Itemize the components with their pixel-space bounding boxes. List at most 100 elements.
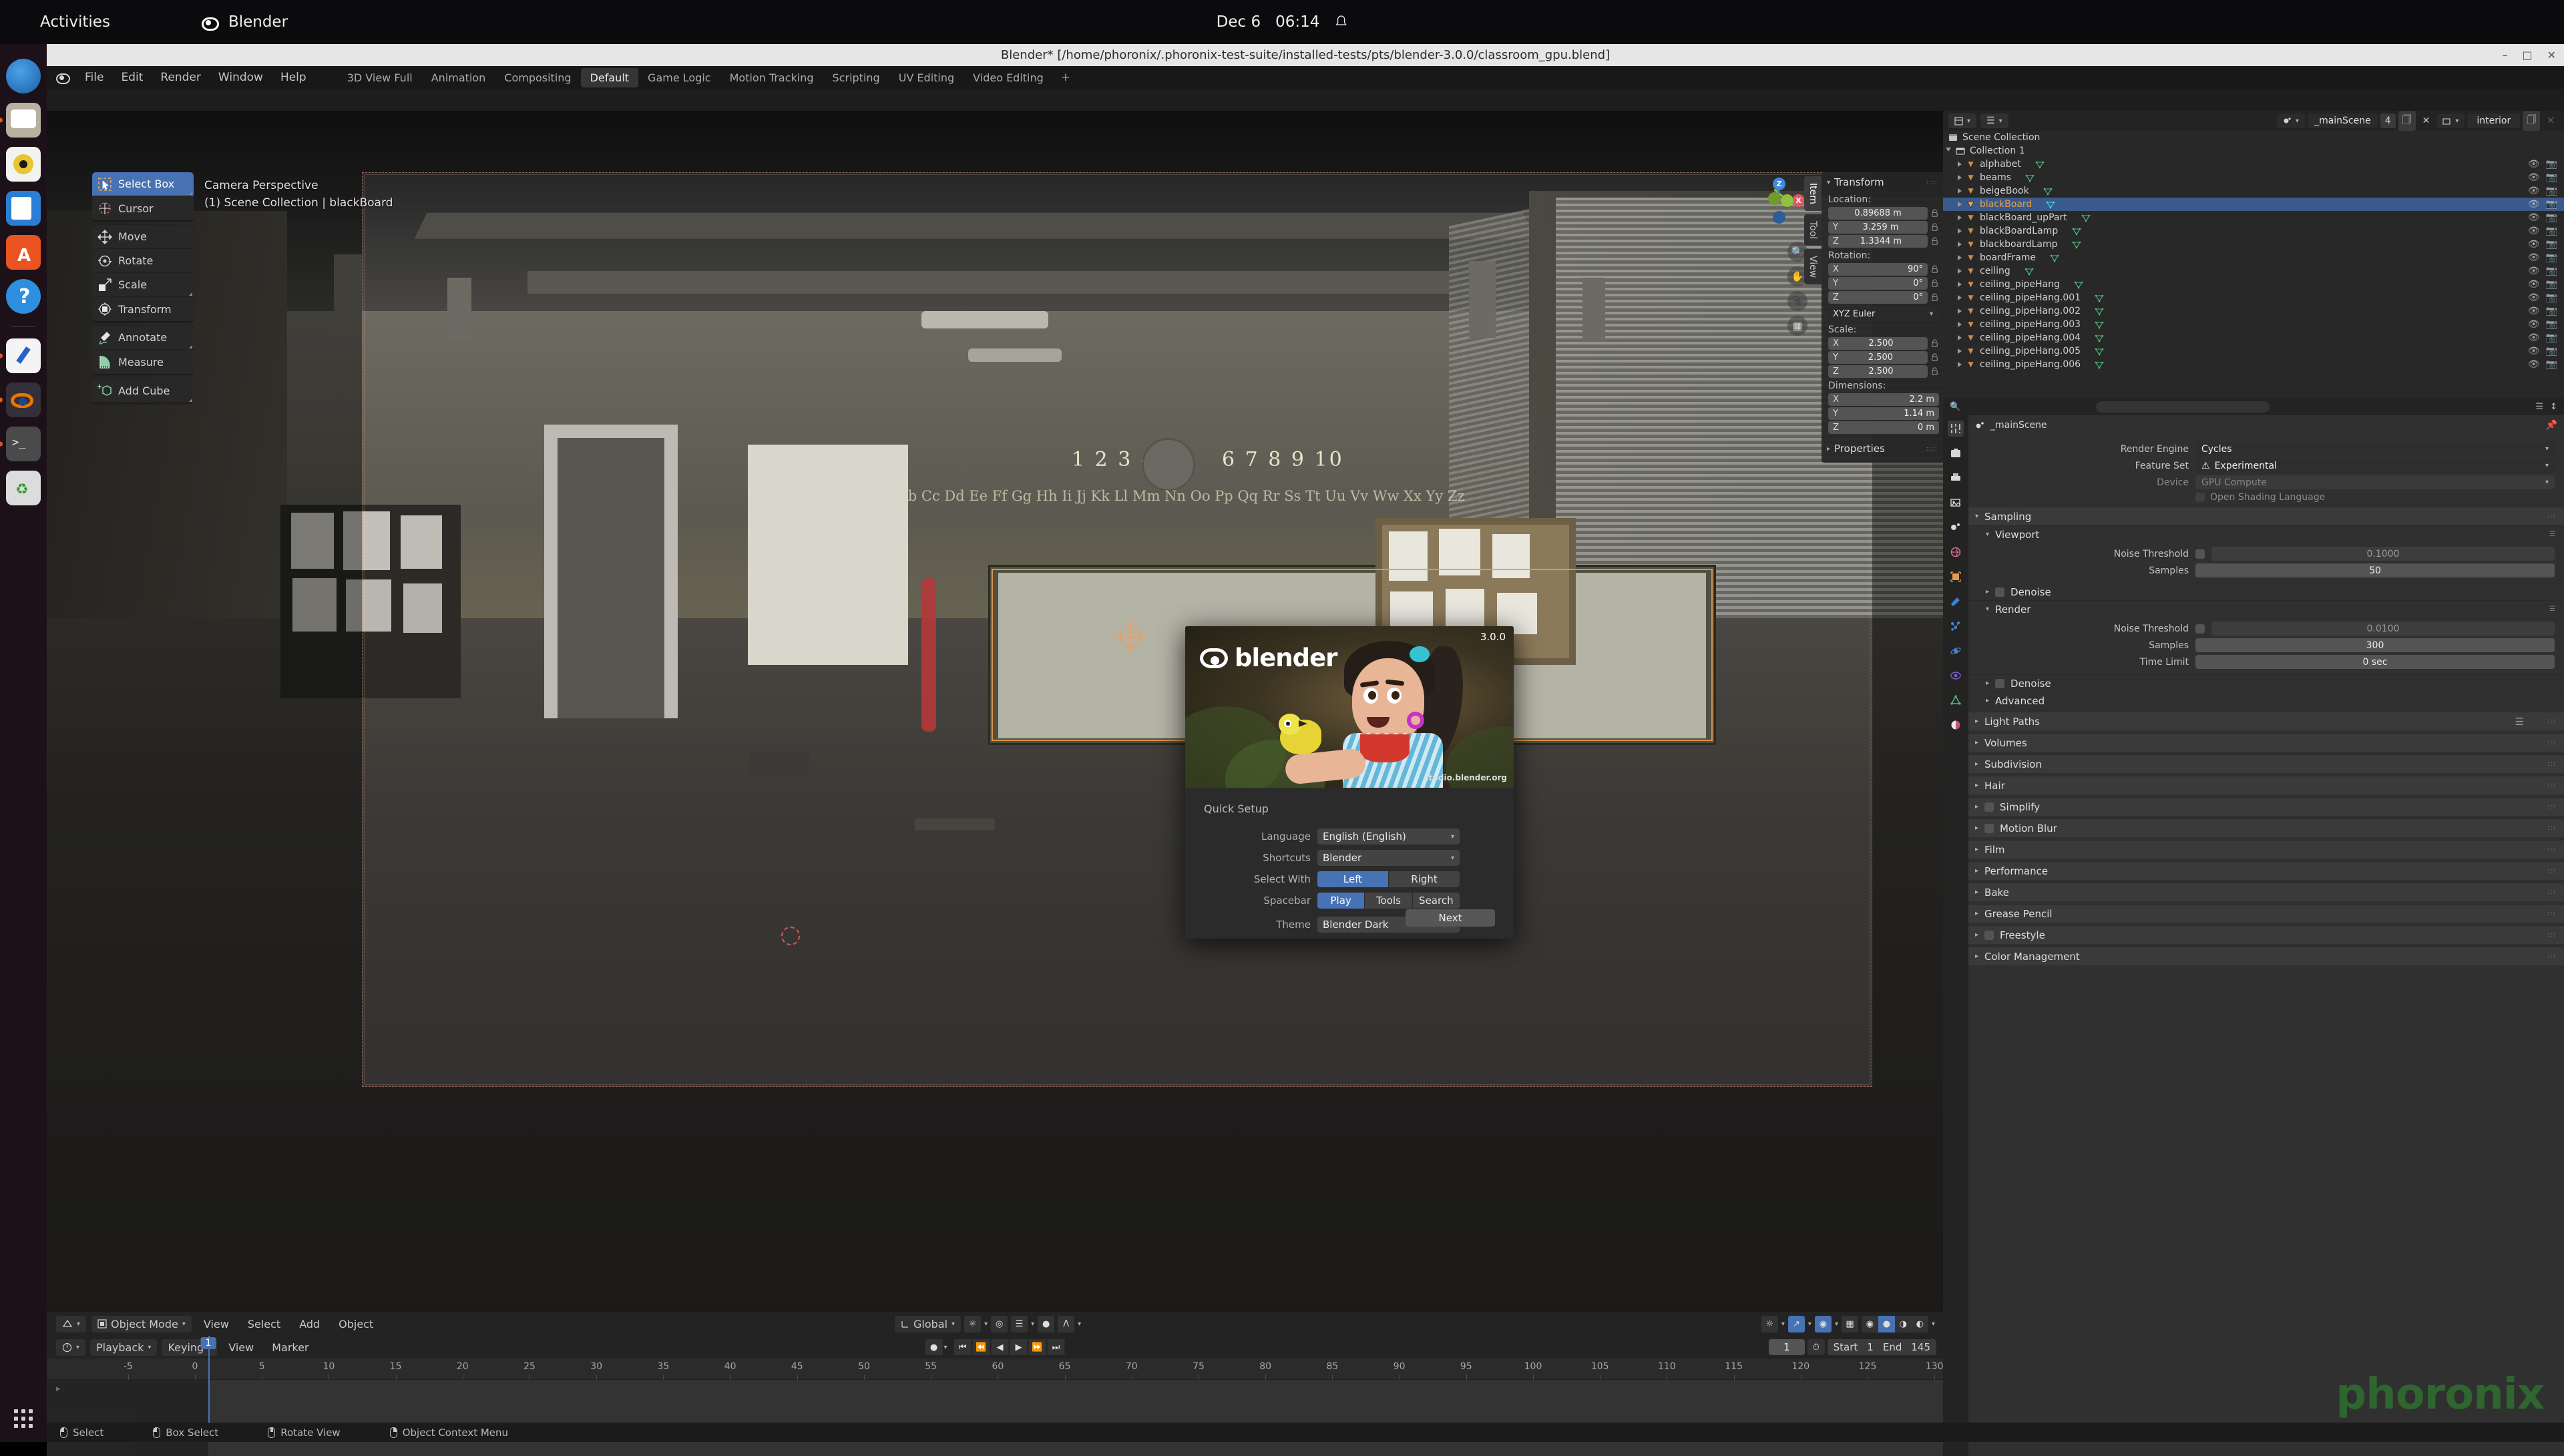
dock-item-help[interactable]: ? xyxy=(6,279,41,314)
disable-in-renders-icon[interactable]: 📷 xyxy=(2546,332,2557,343)
filter-icon[interactable]: ☰ xyxy=(2535,402,2543,412)
outliner-item-blackboard_uppart[interactable]: blackBoard_upPart 👁 📷 xyxy=(1943,211,2564,224)
chevron-right-icon[interactable] xyxy=(1958,335,1962,340)
properties-section-light-paths[interactable]: ▸ Light Paths ☰::: xyxy=(1968,712,2564,730)
timeline-header[interactable]: ▾ Playback▾ Keying▾ View Marker ●▾ ⏮ ⏪ ◀… xyxy=(47,1336,1943,1359)
window-close-button[interactable]: ✕ xyxy=(2547,49,2556,61)
location-x-row[interactable]: 0.89688 m xyxy=(1822,206,1943,220)
new-view-layer-button[interactable]: 🗍 xyxy=(2523,111,2541,131)
hide-in-viewport-icon[interactable]: 👁 xyxy=(2528,319,2540,330)
mesh-data-icon[interactable] xyxy=(2043,187,2053,196)
tool-rotate[interactable]: Rotate xyxy=(92,249,194,273)
tab-modifier[interactable] xyxy=(1948,593,1964,610)
chevron-right-icon[interactable] xyxy=(1958,202,1962,207)
chevron-right-icon[interactable] xyxy=(1958,282,1962,287)
frame-range-controls[interactable]: 1 ⏱ Start 1 End 145 xyxy=(1769,1339,1936,1355)
hide-in-viewport-icon[interactable]: 👁 xyxy=(2528,266,2540,276)
outliner-search-bar[interactable]: 🔍 ☰ ↕ xyxy=(1943,398,2564,415)
blender-app-icon[interactable] xyxy=(55,70,70,85)
render-noise-threshold-row[interactable]: Noise Threshold 0.0100 xyxy=(1968,620,2564,637)
tab-view-layer[interactable] xyxy=(1948,495,1964,511)
mesh-data-icon[interactable] xyxy=(2095,294,2104,302)
gizmo-axis-z-neg[interactable] xyxy=(1773,211,1785,224)
rotation-y-row[interactable]: Y 0° xyxy=(1822,276,1943,290)
dimensions-z-row[interactable]: Z 0 m xyxy=(1822,421,1943,435)
chevron-right-icon[interactable] xyxy=(1958,308,1962,314)
current-frame-field[interactable]: 1 xyxy=(1769,1339,1805,1355)
workspace-tab-video-editing[interactable]: Video Editing xyxy=(964,68,1053,87)
mesh-data-icon[interactable] xyxy=(2035,160,2045,169)
render-samples-row[interactable]: Samples 300 xyxy=(1968,637,2564,654)
render-noise-threshold-checkbox[interactable] xyxy=(2195,624,2205,634)
sidebar-tab-view[interactable]: View xyxy=(1804,249,1822,285)
viewport-menu-select[interactable]: Select xyxy=(241,1316,287,1332)
scale-y-row[interactable]: Y 2.500 xyxy=(1822,350,1943,365)
tool-scale[interactable]: Scale xyxy=(92,273,194,297)
spacebar-segment[interactable]: Play Tools Search xyxy=(1317,893,1460,909)
select-with-right-button[interactable]: Right xyxy=(1389,871,1460,887)
frame-start-end[interactable]: Start 1 End 145 xyxy=(1827,1339,1936,1355)
lock-icon[interactable] xyxy=(1930,223,1939,232)
outliner-row-toggles[interactable]: 👁 📷 xyxy=(2528,319,2557,330)
ortho-persp-icon[interactable]: ▦ xyxy=(1787,316,1807,336)
lock-icon[interactable] xyxy=(1930,367,1939,376)
playback-controls[interactable]: ● ▾ ⏮ ⏪ ◀ ▶ ⏩ ⏭ xyxy=(925,1339,1065,1355)
viewport-navigation-gizmo[interactable]: Z X xyxy=(1761,176,1811,226)
feature-set-row[interactable]: Feature Set ⚠ Experimental ▾ xyxy=(1968,457,2564,474)
next-button[interactable]: Next xyxy=(1406,909,1495,927)
tab-output[interactable] xyxy=(1948,470,1964,486)
spacebar-search-button[interactable]: Search xyxy=(1412,893,1460,909)
shading-mode-group[interactable]: ◉ ● ◑ ◐ xyxy=(1861,1315,1928,1332)
shading-rendered-icon[interactable]: ◐ xyxy=(1911,1315,1928,1332)
outliner-item-ceiling_pipehang-005[interactable]: ceiling_pipeHang.005 👁 📷 xyxy=(1943,344,2564,358)
viewport-menu-view[interactable]: View xyxy=(197,1316,236,1332)
tab-tool[interactable] xyxy=(1948,421,1964,437)
timeline-ruler[interactable]: -5 0 5 10 15 20 25 30 35 40 45 50 55 60 65 70 75 80 85 90 95… xyxy=(47,1359,1944,1380)
select-with-left-button[interactable]: Left xyxy=(1317,871,1389,887)
editor-type-button[interactable]: ▾ xyxy=(56,1315,87,1332)
scale-z-row[interactable]: Z 2.500 xyxy=(1822,365,1943,379)
viewport-sampling-header[interactable]: ▾ Viewport ☰ xyxy=(1968,525,2564,543)
outliner-row-toggles[interactable]: 👁 📷 xyxy=(2528,186,2557,196)
rotation-mode-dropdown[interactable]: XYZ Euler ▾ xyxy=(1828,307,1938,321)
outliner-root[interactable]: Scene Collection xyxy=(1943,131,2564,144)
tool-move[interactable]: Move xyxy=(92,225,194,249)
jump-to-end-button[interactable]: ⏭ xyxy=(1047,1339,1065,1355)
outliner-row-toggles[interactable]: 👁 📷 xyxy=(2528,292,2557,303)
disable-in-renders-icon[interactable]: 📷 xyxy=(2546,212,2557,223)
clock[interactable]: Dec 6 06:14 xyxy=(1217,13,1348,31)
advanced-header[interactable]: ▸ Advanced xyxy=(1968,692,2564,709)
disable-in-renders-icon[interactable]: 📷 xyxy=(2546,226,2557,236)
view-layer-name-field[interactable]: interior xyxy=(2467,113,2521,128)
gizmo-toggle-icon[interactable]: ↗ xyxy=(1787,1315,1805,1332)
outliner-row-toggles[interactable]: 👁 📷 xyxy=(2528,306,2557,316)
window-minimize-button[interactable]: – xyxy=(2502,49,2507,61)
scene-users-count[interactable]: 4 xyxy=(2380,113,2396,128)
splash-screen-dialog[interactable]: blender 3.0.0 studio.blender.org Quick S… xyxy=(1185,626,1514,939)
shortcuts-row[interactable]: Shortcuts Blender ▾ xyxy=(1204,850,1495,866)
chevron-right-icon[interactable] xyxy=(1958,228,1962,234)
render-engine-dropdown[interactable]: Cycles ▾ xyxy=(2195,442,2555,456)
tool-transform[interactable]: Transform xyxy=(92,297,194,321)
mesh-data-icon[interactable] xyxy=(2074,280,2083,289)
viewport-samples-row[interactable]: Samples 50 xyxy=(1968,562,2564,579)
gizmo-axis-x[interactable]: X xyxy=(1792,194,1805,207)
disable-in-renders-icon[interactable]: 📷 xyxy=(2546,292,2557,303)
viewport-denoise-checkbox[interactable] xyxy=(1995,587,2005,597)
shading-wireframe-icon[interactable]: ◉ xyxy=(1861,1315,1878,1332)
section-enable-checkbox[interactable] xyxy=(1984,802,1994,812)
chevron-right-icon[interactable] xyxy=(1958,162,1962,167)
time-limit-row[interactable]: Time Limit 0 sec xyxy=(1968,654,2564,670)
outliner-item-blackboardlamp[interactable]: blackBoardLamp 👁 📷 xyxy=(1943,224,2564,238)
outliner-item-boardframe[interactable]: boardFrame 👁 📷 xyxy=(1943,251,2564,264)
workspace-tab-default[interactable]: Default xyxy=(580,67,639,87)
properties-section-bake[interactable]: ▸ Bake::: xyxy=(1968,883,2564,901)
disable-in-renders-icon[interactable]: 📷 xyxy=(2546,319,2557,330)
hide-in-viewport-icon[interactable]: 👁 xyxy=(2528,159,2540,170)
properties-section-simplify[interactable]: ▸ Simplify::: xyxy=(1968,797,2564,816)
render-engine-row[interactable]: Render Engine Cycles ▾ xyxy=(1968,441,2564,457)
outliner-item-ceiling_pipehang-006[interactable]: ceiling_pipeHang.006 👁 📷 xyxy=(1943,358,2564,371)
outliner-row-toggles[interactable]: 👁 📷 xyxy=(2528,346,2557,356)
mesh-data-icon[interactable] xyxy=(2095,307,2104,316)
3d-viewport[interactable]: 1 2 3 4 5 6 7 8 9 10 Aa Bb Cc Dd Ee Ff G… xyxy=(47,111,1943,1336)
